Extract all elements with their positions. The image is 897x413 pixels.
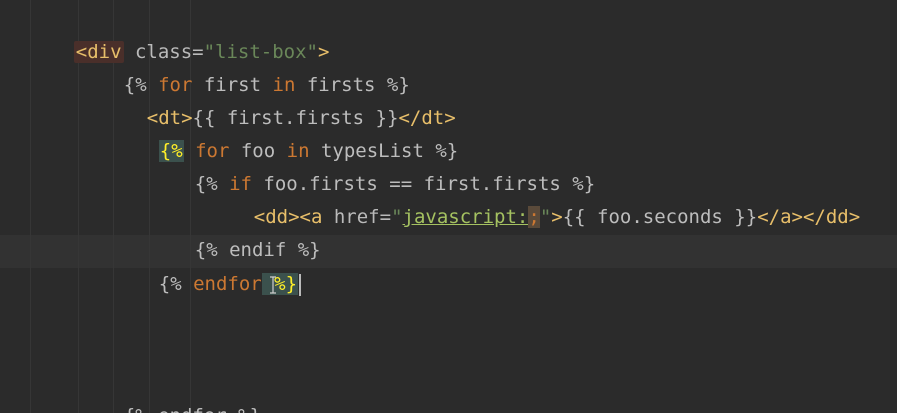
code-line-5[interactable]: {% if foo.firsts == first.firsts %} (149, 135, 595, 195)
code-line-8[interactable]: {% endfor %} (113, 235, 302, 296)
quote: " (539, 206, 552, 228)
text-caret (299, 273, 302, 296)
template-open: {% (158, 273, 194, 295)
a-close-tag: </a> (757, 206, 803, 228)
code-editor[interactable]: <div class="list-box"> {% for first in f… (0, 0, 897, 413)
template-expression: {{ foo.seconds }} (562, 206, 758, 228)
code-line-12[interactable]: {% endfor %} (78, 367, 261, 413)
href-link[interactable]: javascript: (403, 206, 529, 228)
quote: " (391, 206, 403, 228)
dd-close-tag: </dd> (802, 206, 861, 228)
code-line-3[interactable]: <dt>{{ first.firsts }}</dt> (101, 69, 456, 129)
code-line-6[interactable]: <dd><a href="javascript:;">{{ foo.second… (208, 168, 860, 228)
tag-close: > (551, 206, 563, 228)
ibeam-cursor-icon (270, 276, 276, 294)
keyword-endfor: endfor (193, 273, 262, 295)
semicolon: ; (528, 206, 540, 228)
href-attr: href= (322, 206, 392, 228)
code-line-4[interactable]: {% for foo in typesList %} (113, 102, 458, 162)
code-line-2[interactable]: {% for first in firsts %} (78, 36, 410, 96)
code-line-7[interactable]: {% endif %} (149, 201, 321, 261)
code-line-1[interactable]: <div class="list-box"> (28, 3, 329, 63)
endfor-statement: {% endfor %} (124, 405, 261, 413)
